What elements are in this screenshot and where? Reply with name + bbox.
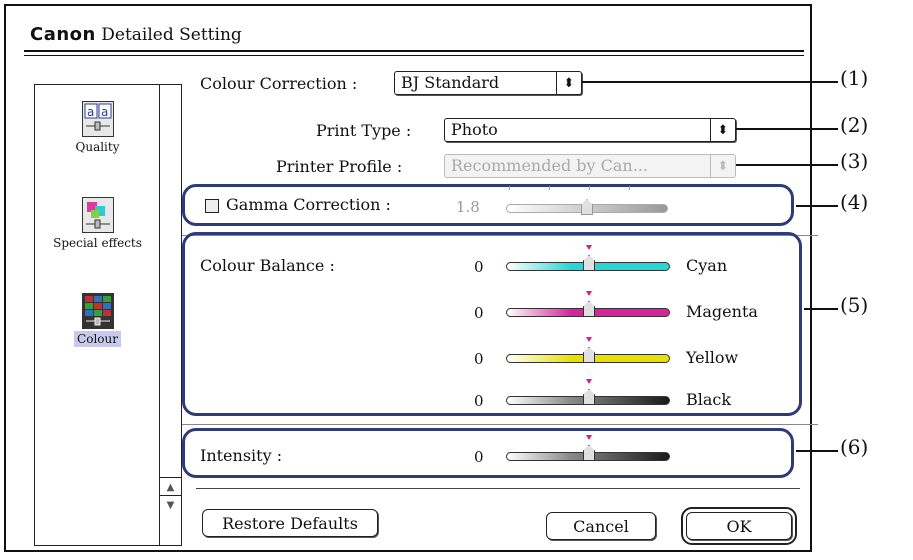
center-marker <box>586 245 592 250</box>
magenta-value: 0 <box>474 304 484 322</box>
detailed-setting-dialog: Canon Detailed Setting a a Quality Speci… <box>4 4 818 552</box>
callout-6: (6) <box>840 435 869 459</box>
sidebar-item-label: Quality <box>75 140 120 154</box>
colour-balance-label: Colour Balance : <box>200 256 335 275</box>
callout-line-6 <box>796 450 838 452</box>
center-marker <box>586 337 592 342</box>
intensity-value: 0 <box>474 448 484 466</box>
gamma-value: 1.8 <box>456 198 480 216</box>
callout-2: (2) <box>840 113 869 137</box>
callout-line-3 <box>736 164 838 166</box>
slider-tick <box>629 186 630 190</box>
black-value: 0 <box>474 392 484 410</box>
colour-correction-popup[interactable]: BJ Standard ⬍ <box>394 71 582 95</box>
center-marker <box>586 435 592 440</box>
printer-profile-popup[interactable]: Recommended by Can... ⬍ <box>444 154 736 178</box>
sidebar-item-special-effects[interactable]: Special effects <box>35 197 160 251</box>
svg-text:a: a <box>101 105 108 119</box>
cyan-value: 0 <box>474 258 484 276</box>
title-divider <box>24 50 804 52</box>
colour-correction-label: Colour Correction : <box>200 74 358 93</box>
printer-profile-label: Printer Profile : <box>276 157 403 176</box>
callout-line-2 <box>736 128 838 130</box>
printer-profile-value: Recommended by Can... <box>451 156 648 175</box>
sidebar-scrollbar[interactable]: ▲ ▼ <box>159 85 181 545</box>
title-divider-2 <box>24 55 804 56</box>
callout-4: (4) <box>840 190 869 214</box>
special-effects-icon <box>81 197 114 233</box>
intensity-label: Intensity : <box>200 446 283 465</box>
callout-3: (3) <box>840 149 869 173</box>
callout-line-4 <box>796 205 838 207</box>
dialog-title: Canon Detailed Setting <box>30 24 242 45</box>
updown-arrow-icon: ⬍ <box>556 72 581 94</box>
black-label: Black <box>686 390 732 409</box>
quality-icon: a a <box>81 101 114 137</box>
updown-arrow-icon: ⬍ <box>710 155 735 177</box>
ok-button[interactable]: OK <box>681 507 797 545</box>
slider-tick <box>509 186 510 190</box>
svg-text:a: a <box>87 105 94 119</box>
callout-5: (5) <box>840 293 869 317</box>
magenta-label: Magenta <box>686 302 758 321</box>
restore-defaults-button[interactable]: Restore Defaults <box>202 509 378 537</box>
cyan-label: Cyan <box>686 256 728 275</box>
button-divider <box>196 488 800 489</box>
callout-line-5 <box>804 308 838 310</box>
dialog-title-text: Detailed Setting <box>101 25 242 45</box>
sidebar-item-quality[interactable]: a a Quality <box>35 101 160 155</box>
sidebar-item-colour[interactable]: Colour <box>35 293 160 347</box>
colour-icon <box>81 293 114 329</box>
center-marker <box>586 379 592 384</box>
gamma-correction-checkbox[interactable] <box>205 199 219 213</box>
slider-tick <box>549 186 550 190</box>
sidebar-item-label: Colour <box>74 331 121 347</box>
cancel-button[interactable]: Cancel <box>546 512 656 540</box>
gamma-correction-label: Gamma Correction : <box>226 195 391 214</box>
print-type-label: Print Type : <box>316 121 412 140</box>
callout-line-1 <box>582 81 838 83</box>
print-type-value: Photo <box>451 120 498 139</box>
yellow-value: 0 <box>474 350 484 368</box>
center-marker <box>586 291 592 296</box>
updown-arrow-icon: ⬍ <box>710 119 735 141</box>
sidebar-item-label: Special effects <box>53 236 142 250</box>
print-type-popup[interactable]: Photo ⬍ <box>444 118 736 142</box>
settings-category-list: a a Quality Special effects Colour ▲ ▼ <box>34 84 182 546</box>
canon-logo: Canon <box>30 24 96 45</box>
section-divider <box>182 424 818 425</box>
scroll-up-arrow-icon[interactable]: ▲ <box>160 477 181 496</box>
scroll-down-arrow-icon[interactable]: ▼ <box>160 495 181 514</box>
slider-tick <box>589 186 590 190</box>
colour-correction-value: BJ Standard <box>401 73 500 92</box>
callout-1: (1) <box>840 66 869 90</box>
yellow-label: Yellow <box>686 348 739 367</box>
